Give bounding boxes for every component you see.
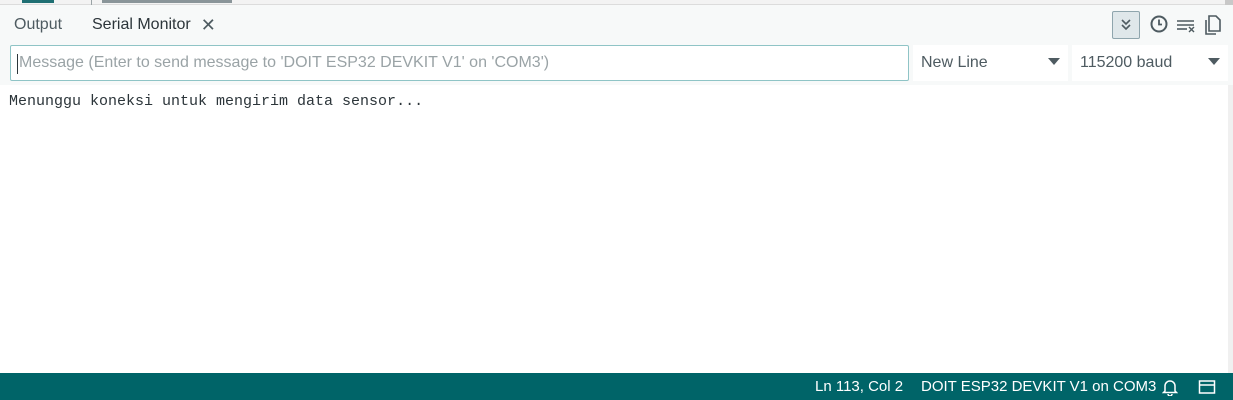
notifications-button[interactable] [1160, 373, 1180, 400]
editor-tab-indicator [22, 0, 54, 3]
scrollbar[interactable] [1228, 85, 1233, 373]
message-row: New Line 115200 baud [0, 45, 1233, 85]
copy-icon [1205, 15, 1221, 35]
message-input[interactable] [10, 45, 909, 81]
panel-icon [1198, 379, 1216, 394]
status-bar: Ln 113, Col 2 DOIT ESP32 DEVKIT V1 on CO… [0, 373, 1233, 400]
text-caret [17, 54, 18, 74]
clock-icon [1150, 15, 1168, 33]
output-line: Menunggu koneksi untuk mengirim data sen… [9, 93, 424, 110]
line-ending-value: New Line [921, 54, 988, 71]
bell-icon [1162, 379, 1178, 396]
toggle-panel-button[interactable] [1197, 373, 1217, 400]
copy-output-button[interactable] [1199, 11, 1227, 39]
tab-output-label: Output [14, 16, 63, 33]
serial-output[interactable]: Menunggu koneksi untuk mengirim data sen… [0, 85, 1233, 373]
line-ending-select[interactable]: New Line [913, 45, 1068, 81]
chevron-down-icon [1208, 58, 1220, 65]
baud-rate-value: 115200 baud [1080, 54, 1173, 71]
clear-output-button[interactable] [1172, 11, 1200, 39]
baud-rate-select[interactable]: 115200 baud [1072, 45, 1228, 81]
editor-scrollbar-hint [102, 0, 232, 3]
autoscroll-button[interactable] [1112, 11, 1140, 39]
chevron-down-icon [1048, 58, 1060, 65]
panel-header: Output Serial Monitor ✕ [0, 5, 1233, 45]
board-selector[interactable]: DOIT ESP32 DEVKIT V1 on COM3 [921, 373, 1156, 400]
toggle-timestamp-button[interactable] [1145, 11, 1173, 39]
cursor-position[interactable]: Ln 113, Col 2 [815, 373, 903, 400]
double-chevron-down-icon [1121, 19, 1131, 31]
tab-output[interactable]: Output [14, 5, 62, 45]
tab-serial-monitor[interactable]: Serial Monitor ✕ [92, 5, 216, 45]
clear-output-icon [1177, 20, 1195, 33]
tab-serial-monitor-label: Serial Monitor [92, 16, 191, 33]
close-icon[interactable]: ✕ [201, 16, 216, 34]
